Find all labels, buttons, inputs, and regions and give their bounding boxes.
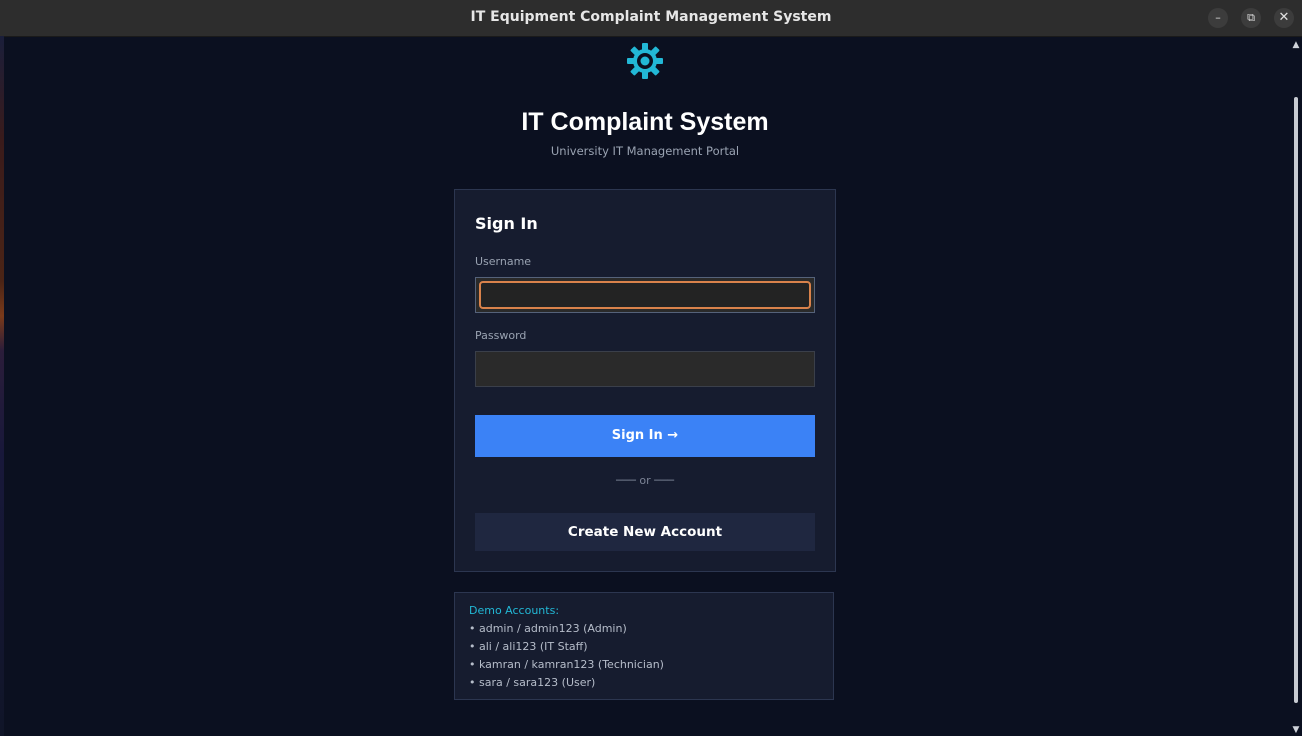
sign-in-heading: Sign In <box>475 214 538 233</box>
sign-in-button[interactable]: Sign In → <box>475 415 815 457</box>
gear-icon <box>627 43 663 79</box>
demo-account-item: • sara / sara123 (User) <box>469 676 596 689</box>
demo-accounts-panel: Demo Accounts: • admin / admin123 (Admin… <box>454 592 834 700</box>
minimize-button[interactable]: – <box>1208 8 1228 28</box>
scroll-down-arrow-icon[interactable]: ▼ <box>1292 726 1300 735</box>
or-divider: ─── or ─── <box>616 474 674 487</box>
password-input[interactable] <box>475 351 815 387</box>
close-button[interactable]: ✕ <box>1274 8 1294 28</box>
username-input[interactable] <box>475 277 815 313</box>
demo-account-item: • admin / admin123 (Admin) <box>469 622 627 635</box>
create-account-button[interactable]: Create New Account <box>475 513 815 551</box>
app-subtitle: University IT Management Portal <box>550 144 740 158</box>
window-titlebar: IT Equipment Complaint Management System… <box>0 0 1302 37</box>
maximize-button[interactable]: ⧉ <box>1241 8 1261 28</box>
scrollbar[interactable]: ▲ ▼ <box>1290 37 1302 736</box>
demo-account-item: • kamran / kamran123 (Technician) <box>469 658 664 671</box>
scroll-up-arrow-icon[interactable]: ▲ <box>1292 41 1300 50</box>
username-input-focus-ring[interactable] <box>479 281 811 309</box>
password-label: Password <box>475 329 527 342</box>
demo-accounts-title: Demo Accounts: <box>469 604 560 617</box>
window-title: IT Equipment Complaint Management System <box>470 9 832 25</box>
demo-account-item: • ali / ali123 (IT Staff) <box>469 640 588 653</box>
scrollbar-thumb[interactable] <box>1294 97 1298 703</box>
app-title: IT Complaint System <box>521 108 769 136</box>
username-label: Username <box>475 255 532 268</box>
sign-in-card: Sign In Username Password Sign In → ─── … <box>454 189 836 572</box>
